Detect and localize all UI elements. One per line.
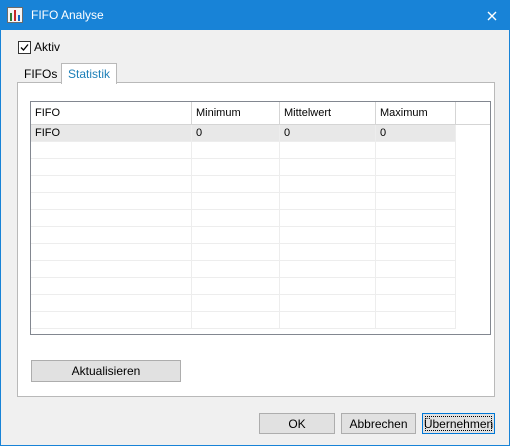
table-cell	[192, 159, 280, 176]
table-row[interactable]	[31, 227, 490, 244]
close-icon	[487, 11, 497, 20]
table-cell	[31, 142, 192, 159]
table-cell	[192, 312, 280, 329]
active-checkbox-row[interactable]: Aktiv	[18, 39, 60, 55]
table-row[interactable]	[31, 210, 490, 227]
table-cell	[31, 176, 192, 193]
statistik-tab-panel: FIFO Minimum Mittelwert Maximum FIFO 0 0 0 …	[17, 82, 495, 397]
apply-button[interactable]: Übernehmen	[422, 413, 495, 434]
table-cell	[376, 142, 456, 159]
table-cell	[376, 244, 456, 261]
table-row[interactable]	[31, 312, 490, 329]
table-cell	[376, 261, 456, 278]
table-cell	[31, 312, 192, 329]
table-row[interactable]	[31, 278, 490, 295]
table-row[interactable]: FIFO 0 0 0	[31, 125, 490, 142]
table-cell	[280, 244, 376, 261]
table-cell	[376, 295, 456, 312]
table-row[interactable]	[31, 244, 490, 261]
table-cell	[192, 278, 280, 295]
table-cell	[192, 261, 280, 278]
table-cell	[376, 278, 456, 295]
table-cell	[280, 278, 376, 295]
table-cell: 0	[280, 125, 376, 142]
active-checkbox[interactable]	[18, 40, 31, 54]
table-cell	[280, 227, 376, 244]
table-cell	[31, 278, 192, 295]
table-row[interactable]	[31, 159, 490, 176]
column-header-minimum[interactable]: Minimum	[192, 102, 280, 124]
table-cell	[376, 176, 456, 193]
table-cell	[192, 244, 280, 261]
column-header-fifo[interactable]: FIFO	[31, 102, 192, 124]
table-cell	[192, 193, 280, 210]
table-row[interactable]	[31, 295, 490, 312]
table-cell	[376, 159, 456, 176]
table-cell	[192, 295, 280, 312]
window-title: FIFO Analyse	[31, 8, 104, 22]
table-row[interactable]	[31, 193, 490, 210]
table-cell	[376, 193, 456, 210]
table-row[interactable]	[31, 261, 490, 278]
table-cell	[280, 176, 376, 193]
close-button[interactable]	[475, 1, 509, 30]
table-cell	[376, 227, 456, 244]
table-cell	[31, 159, 192, 176]
table-cell	[280, 312, 376, 329]
grid-header: FIFO Minimum Mittelwert Maximum	[31, 102, 490, 125]
table-cell	[31, 244, 192, 261]
table-cell	[192, 227, 280, 244]
column-header-mittelwert[interactable]: Mittelwert	[280, 102, 376, 124]
dialog-window: FIFO Analyse Aktiv FIFOs Statistik FIFO …	[0, 0, 510, 446]
active-checkbox-label: Aktiv	[34, 40, 61, 54]
ok-button[interactable]: OK	[259, 413, 335, 434]
table-cell	[31, 227, 192, 244]
table-cell	[280, 193, 376, 210]
title-bar: FIFO Analyse	[1, 1, 509, 30]
table-row[interactable]	[31, 176, 490, 193]
chart-app-icon	[7, 7, 23, 23]
table-cell: 0	[192, 125, 280, 142]
table-cell	[280, 261, 376, 278]
table-row[interactable]	[31, 142, 490, 159]
table-cell	[192, 142, 280, 159]
column-header-maximum[interactable]: Maximum	[376, 102, 456, 124]
tab-fifos[interactable]: FIFOs	[18, 66, 63, 83]
checkmark-icon	[20, 43, 29, 51]
table-cell	[280, 142, 376, 159]
table-cell	[376, 210, 456, 227]
tab-statistik[interactable]: Statistik	[61, 63, 118, 84]
table-cell	[31, 295, 192, 312]
update-button[interactable]: Aktualisieren	[31, 360, 181, 382]
table-cell	[31, 210, 192, 227]
table-cell	[31, 261, 192, 278]
table-cell: FIFO	[31, 125, 192, 142]
table-cell	[192, 210, 280, 227]
table-cell	[192, 176, 280, 193]
table-cell	[280, 210, 376, 227]
table-cell	[280, 159, 376, 176]
table-cell	[376, 312, 456, 329]
statistics-grid[interactable]: FIFO Minimum Mittelwert Maximum FIFO 0 0 0	[30, 101, 491, 335]
table-cell	[31, 193, 192, 210]
cancel-button[interactable]: Abbrechen	[341, 413, 416, 434]
table-cell	[280, 295, 376, 312]
table-cell: 0	[376, 125, 456, 142]
column-header-filler	[456, 102, 490, 124]
